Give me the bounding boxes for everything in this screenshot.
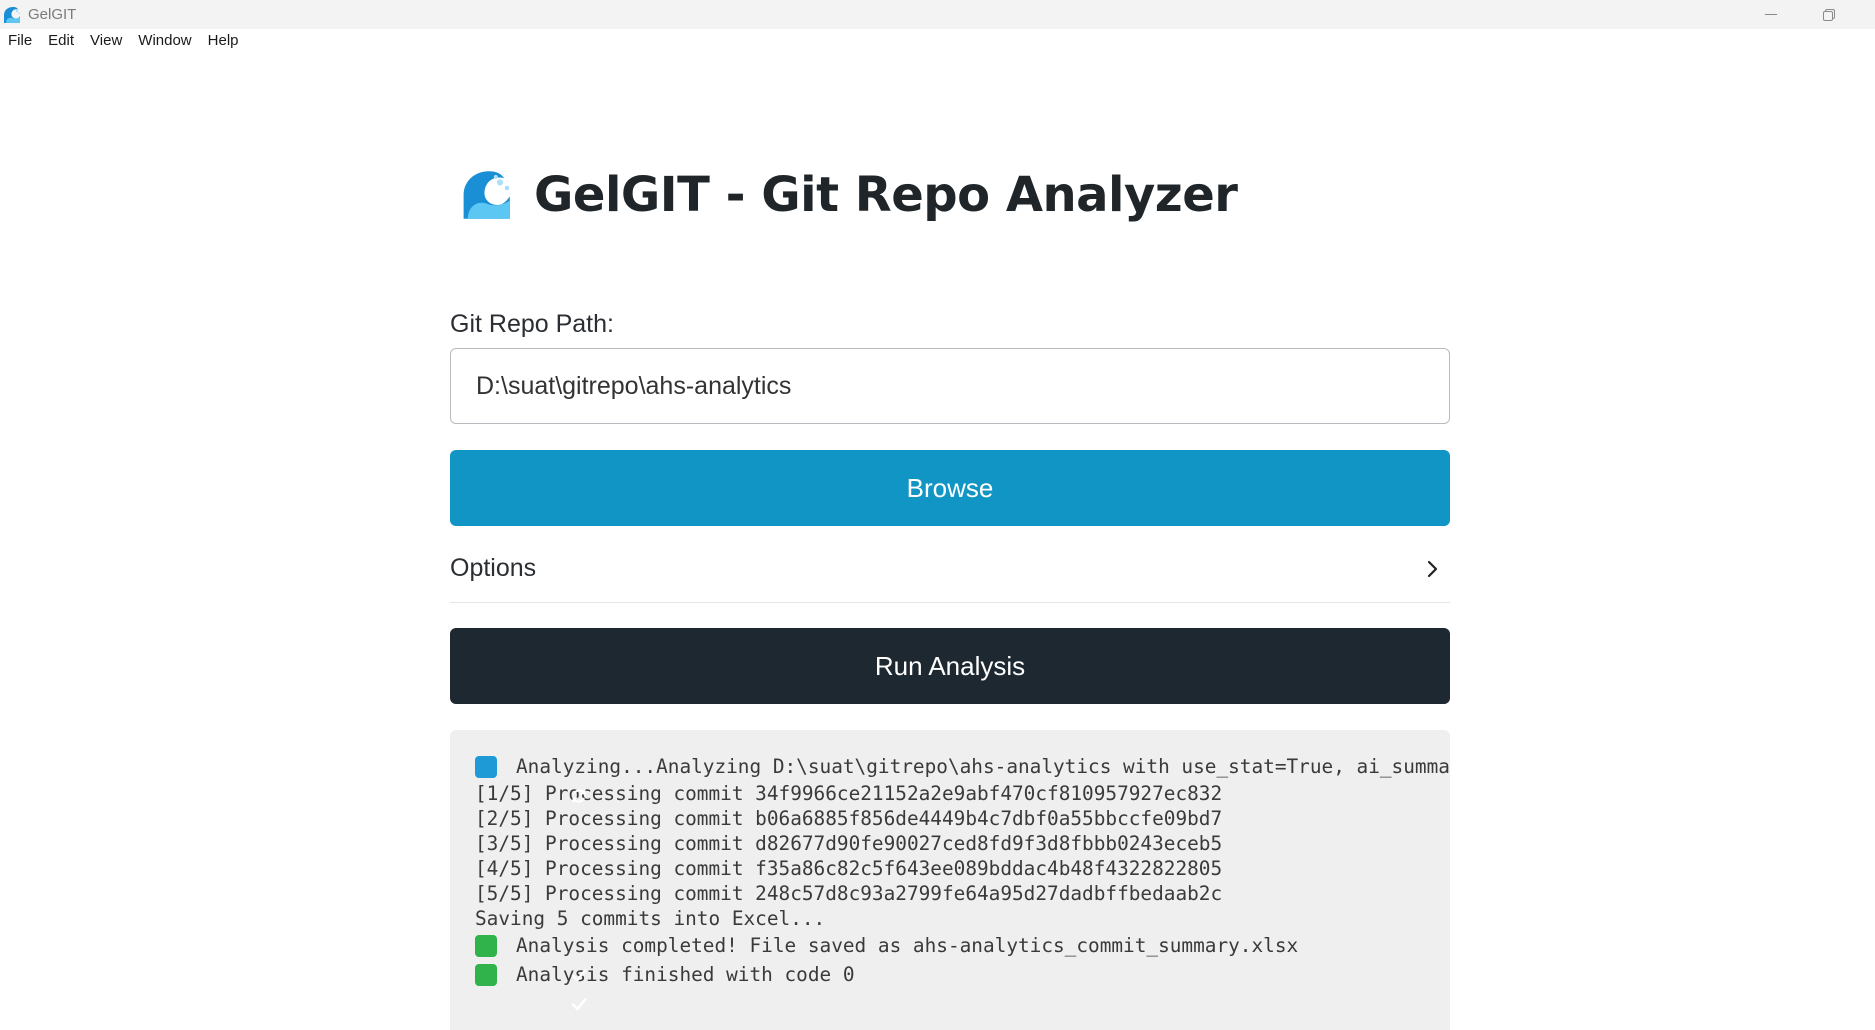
- minimize-icon: [1765, 14, 1777, 15]
- log-text: Analyzing...Analyzing D:\suat\gitrepo\ah…: [516, 755, 1450, 778]
- log-line: [5/5] Processing commit 248c57d8c93a2799…: [475, 882, 1223, 905]
- check-icon: [475, 963, 587, 1010]
- page-title: GelGIT - Git Repo Analyzer: [534, 167, 1238, 223]
- options-toggle[interactable]: Options: [450, 535, 1450, 603]
- log-line: Analysis finished with code 0: [475, 960, 1450, 1010]
- log-line: [1/5] Processing commit 34f9966ce21152a2…: [475, 782, 1223, 805]
- options-label: Options: [450, 554, 537, 582]
- repo-path-input[interactable]: [450, 348, 1450, 424]
- restore-button[interactable]: [1800, 0, 1858, 29]
- minimize-button[interactable]: [1742, 0, 1800, 29]
- window-title: GelGIT: [28, 6, 77, 23]
- check-icon: [475, 934, 587, 981]
- title-bar: GelGIT: [0, 0, 1875, 29]
- wave-logo-icon: [4, 6, 20, 23]
- log-line: Analyzing...Analyzing D:\suat\gitrepo\ah…: [475, 752, 1450, 803]
- menu-view[interactable]: View: [82, 29, 130, 53]
- log-text: Analysis completed! File saved as ahs-an…: [516, 934, 1299, 957]
- sync-icon: [475, 755, 586, 803]
- chevron-right-icon: [1427, 560, 1438, 577]
- log-line: [3/5] Processing commit d82677d90fe90027…: [475, 832, 1223, 855]
- log-line: Analysis completed! File saved as ahs-an…: [475, 931, 1450, 981]
- menu-file[interactable]: File: [0, 29, 40, 53]
- run-analysis-button[interactable]: Run Analysis: [450, 628, 1450, 704]
- log-line: [2/5] Processing commit b06a6885f856de44…: [475, 807, 1223, 830]
- menu-window[interactable]: Window: [130, 29, 199, 53]
- browse-button[interactable]: Browse: [450, 450, 1450, 526]
- menu-edit[interactable]: Edit: [40, 29, 82, 53]
- output-log: Analyzing...Analyzing D:\suat\gitrepo\ah…: [450, 730, 1450, 1030]
- log-line: [4/5] Processing commit f35a86c82c5f643e…: [475, 857, 1223, 880]
- wave-logo-icon: [463, 171, 510, 219]
- menu-bar: File Edit View Window Help: [0, 29, 247, 53]
- main-panel: GelGIT - Git Repo Analyzer Git Repo Path…: [450, 150, 1450, 1030]
- menu-help[interactable]: Help: [200, 29, 247, 53]
- repo-path-label: Git Repo Path:: [450, 310, 614, 338]
- log-line: Saving 5 commits into Excel...: [475, 907, 826, 930]
- page-header: GelGIT - Git Repo Analyzer: [450, 150, 1450, 240]
- restore-icon: [1823, 8, 1835, 21]
